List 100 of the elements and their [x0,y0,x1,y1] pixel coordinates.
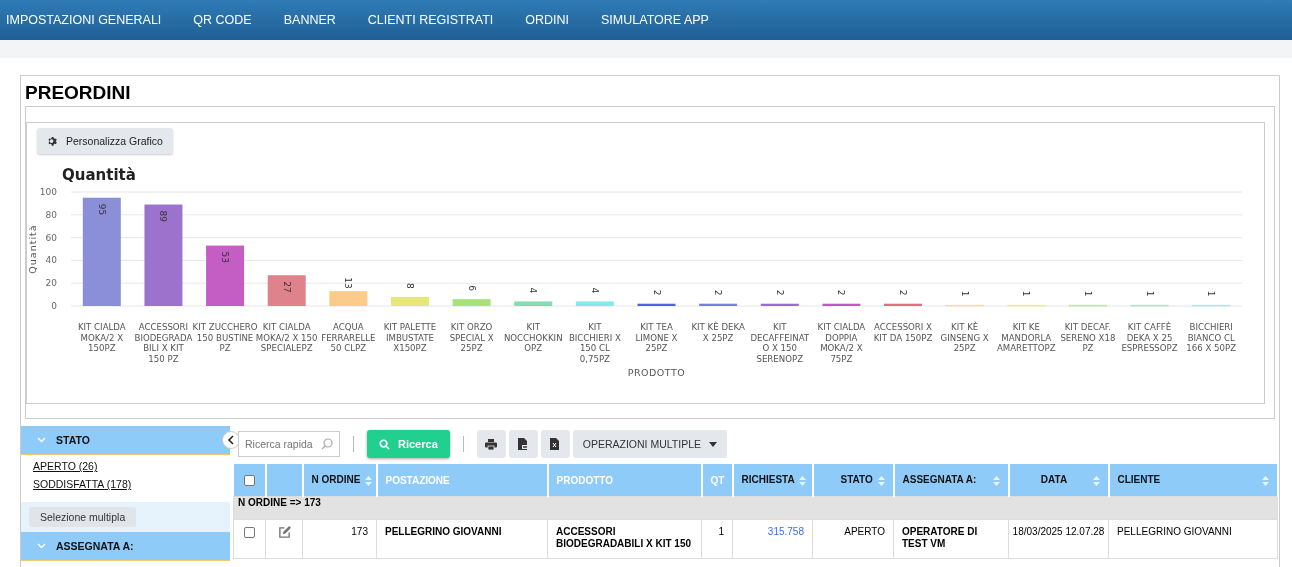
column-title: POSTAZIONE [385,474,450,486]
chart-bar [514,301,553,306]
customize-chart-button[interactable]: Personalizza Grafico [37,128,173,154]
table-cell: 18/03/2025 12.07.28 [1008,519,1109,559]
bar-value-label: 53 [220,251,231,264]
filter-link[interactable]: SODDISFATTA (178) [33,478,218,490]
multi-select-button[interactable]: Selezione multipla [29,507,137,527]
chart-bar [699,303,738,306]
bar-value-label: 4 [589,287,600,294]
table-cell: APERTO [812,519,894,559]
search-icon [321,438,333,450]
chart-bar [452,299,491,306]
table-cell: PELLEGRINO GIOVANNI [1108,519,1278,559]
x-category-label: KIT CIALDA DOPPIA MOKA/2 X 75PZ [817,322,866,364]
column-header[interactable]: DATA [1008,464,1109,497]
table-cell: PELLEGRINO GIOVANNI [376,519,548,559]
bar-value-label: 1 [1206,290,1217,297]
excel-export-button[interactable] [540,430,570,458]
y-tick-label: 100 [39,187,57,197]
column-header[interactable] [233,464,266,497]
column-title: PRODOTTO [556,474,613,486]
sort-icon [877,475,885,486]
filter-link[interactable]: APERTO (26) [33,460,218,472]
column-title: STATO [840,474,873,486]
excel-file-icon [550,438,561,450]
page-title: PREORDINI [25,81,132,105]
column-title: N ORDINE [311,474,361,486]
table-cell: 1 [701,519,733,559]
section-title: STATO [56,434,90,446]
bar-value-label: 1 [1144,290,1155,297]
bar-value-label: 13 [343,277,354,289]
column-header[interactable]: RICHIESTA [732,464,813,497]
column-title: CLIENTE [1117,474,1161,485]
column-header[interactable]: ASSEGNATA A: [893,464,1009,497]
bar-value-label: 2 [898,289,909,296]
chart-bar [390,296,429,306]
pdf-file-icon [518,438,529,450]
pdf-export-button[interactable] [508,430,538,458]
sort-icon [1261,476,1269,486]
nav-link[interactable]: CLIENTI REGISTRATI [351,0,510,40]
y-tick-label: 80 [45,209,57,220]
bar-value-label: 2 [774,289,785,296]
column-header[interactable]: STATO [812,464,894,497]
chart-bar [1068,304,1107,307]
select-all-checkbox[interactable] [243,474,255,486]
bar-value-label: 2 [836,289,847,296]
x-category-label: KIT NOCCHOKKIN OPZ [503,322,563,353]
quick-search-field[interactable]: Ricerca rapida [238,431,340,457]
bar-value-label: 8 [404,282,415,289]
printer-icon [485,438,498,450]
table-cell: OPERATORE DI TEST VM [893,519,1009,559]
bar-value-label: 95 [96,203,107,216]
edit-icon[interactable] [277,526,291,539]
chart-bar [267,275,306,306]
nav-link[interactable]: IMPOSTAZIONI GENERALI [0,0,178,40]
nav-link[interactable]: SIMULATORE APP [585,0,725,40]
x-category-label: KIT CAFFÈ DEKA X 25 ESPRESSOPZ [1121,322,1178,353]
x-category-label: KIT PALETTE IMBUSTATE X150PZ [383,322,437,353]
nav-link[interactable]: BANNER [267,0,352,40]
caret-icon [709,441,717,447]
filter-section-header[interactable]: ASSEGNATA A: [21,532,230,561]
x-category-label: KIT KÈ DEKA X 25PZ [691,322,745,343]
bar-value-label: 89 [158,210,169,222]
search-icon [379,438,390,450]
section-title: ASSEGNATA A: [56,540,134,552]
x-category-label: ACQUA FERRARELLE 50 CLPZ [321,322,376,353]
x-axis-label: PRODOTTO [627,367,686,378]
y-tick-label: 60 [45,232,57,243]
column-header[interactable]: N ORDINE [302,464,377,497]
sort-icon [1092,476,1100,486]
table-cell: 173 [302,519,377,559]
x-category-label: KIT CIALDA MOKA/2 X 150PZ [77,322,126,353]
x-category-label: ACCESSORI BIODEGRADA BILI X KIT 150 PZ [134,322,193,364]
column-title: QT [710,474,725,486]
table-cell: 315.758 [732,519,813,559]
chevron-left-icon [227,435,235,445]
x-category-label: KIT TEA LIMONE X 25PZ [635,322,678,353]
x-category-label: KIT DECAFFEINAT O X 150 SERENOPZ [750,322,810,364]
y-tick-label: 40 [45,255,57,266]
sort-icon [992,476,1000,486]
print-button[interactable] [476,430,506,458]
chart-bar [637,303,676,306]
filter-section-header[interactable]: STATO [21,426,230,455]
multiple-operations-dropdown[interactable]: OPERAZIONI MULTIPLE [572,430,727,458]
column-title: DATA [1040,474,1068,485]
x-category-label: KIT ORZO SPECIAL X 25PZ [449,322,494,353]
y-tick-label: 20 [45,278,57,289]
gear-icon [47,135,58,147]
row-checkbox[interactable] [244,526,255,538]
nav-link[interactable]: ORDINI [509,0,586,40]
nav-link[interactable]: QR CODE [177,0,268,40]
x-category-label: KIT BICCHIERI X 150 CL 0,75PZ [568,322,621,364]
column-title: ASSEGNATA A: [902,474,977,485]
x-category-label: BICCHIERI BIANCO CL 166 X 50PZ [1186,322,1237,353]
y-tick-label: 0 [51,301,57,311]
x-category-label: ACCESSORI X KIT DA 150PZ [873,322,933,343]
sort-icon [365,475,373,486]
x-category-label: KIT DECAF. SERENO X18 PZ [1060,322,1116,353]
chart-bar [760,303,799,306]
column-header[interactable]: CLIENTE [1108,464,1278,497]
